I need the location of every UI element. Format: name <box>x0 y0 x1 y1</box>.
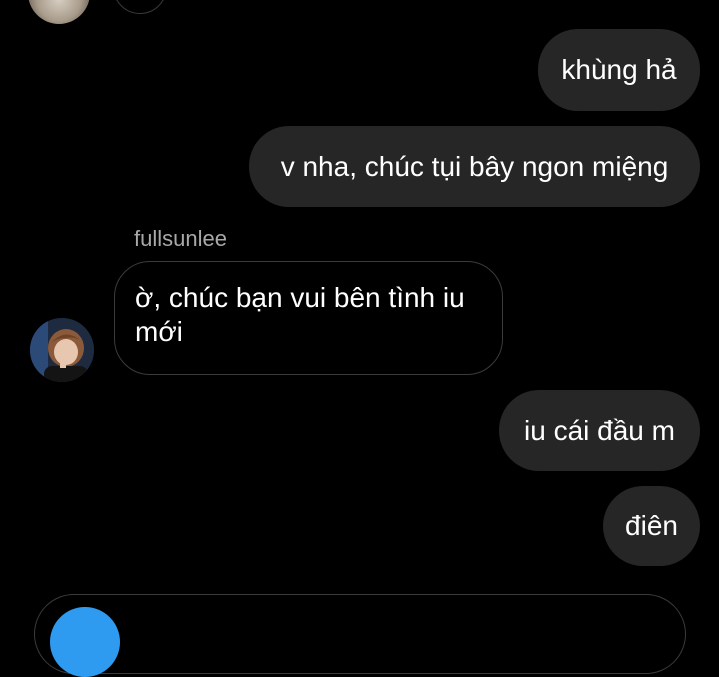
outgoing-message-bubble[interactable]: v nha, chúc tụi bây ngon miệng <box>249 126 700 207</box>
incoming-message-bubble[interactable]: ờ, chúc bạn vui bên tình iu mới <box>114 261 503 375</box>
camera-button[interactable] <box>50 607 120 677</box>
previous-message-bubble-edge <box>113 0 167 14</box>
message-text: ờ, chúc bạn vui bên tình iu mới <box>135 282 465 347</box>
sender-name: fullsunlee <box>134 226 227 251</box>
outgoing-message-bubble[interactable]: iu cái đầu m <box>499 390 700 471</box>
message-text: khùng hả <box>561 54 677 85</box>
outgoing-message-bubble[interactable]: khùng hả <box>538 29 700 111</box>
message-text: v nha, chúc tụi bây ngon miệng <box>280 150 669 182</box>
message-composer[interactable] <box>34 594 686 674</box>
previous-sender-avatar[interactable] <box>28 0 90 24</box>
outgoing-message-bubble[interactable]: điên <box>603 486 700 566</box>
avatar-photo <box>30 318 94 382</box>
message-text: điên <box>625 510 678 541</box>
sender-avatar[interactable] <box>30 318 94 382</box>
message-text: iu cái đầu m <box>524 414 675 446</box>
